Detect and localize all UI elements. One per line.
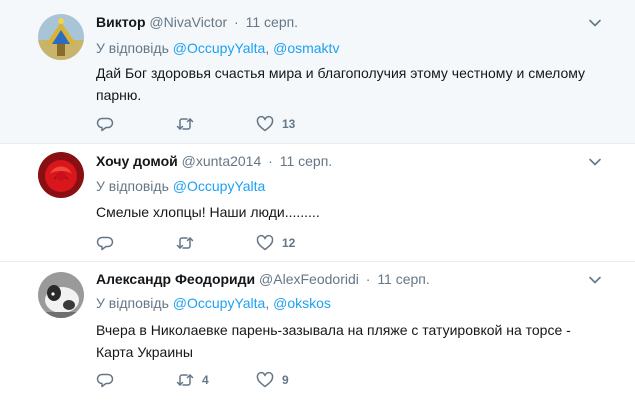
heart-icon bbox=[256, 115, 274, 132]
tweet-timestamp[interactable]: 11 серп. bbox=[280, 153, 332, 169]
tweet-list: Виктор @NivaVictor · 11 серп. У відповід… bbox=[0, 0, 635, 401]
tweet-text: Дай Бог здоровья счастья мира и благопол… bbox=[96, 65, 586, 103]
reply-icon bbox=[96, 373, 114, 388]
mention-link[interactable]: @OccupyYalta bbox=[173, 295, 266, 311]
reply-context: У відповідь @OccupyYalta bbox=[96, 177, 265, 195]
mention-link[interactable]: @okskos bbox=[273, 295, 331, 311]
avatar-image bbox=[38, 152, 84, 198]
tweet[interactable]: Виктор @NivaVictor · 11 серп. У відповід… bbox=[0, 0, 635, 144]
like-button[interactable]: 12 bbox=[256, 234, 295, 252]
tweet-header: Хочу домой @xunta2014 · 11 серп. bbox=[96, 152, 332, 170]
reply-button[interactable] bbox=[96, 371, 122, 389]
reply-button[interactable] bbox=[96, 234, 122, 252]
chevron-down-icon[interactable] bbox=[587, 15, 603, 31]
retweet-count: 4 bbox=[202, 373, 209, 387]
like-count: 13 bbox=[282, 117, 296, 131]
author-username[interactable]: @NivaVictor bbox=[149, 14, 227, 30]
reply-prefix: У відповідь bbox=[96, 40, 169, 56]
mention-link[interactable]: @OccupyYalta bbox=[173, 178, 266, 194]
like-button[interactable]: 13 bbox=[256, 115, 295, 133]
author-username[interactable]: @AlexFeodoridi bbox=[259, 271, 359, 287]
tweet-timestamp[interactable]: 11 серп. bbox=[246, 14, 298, 30]
retweet-button[interactable] bbox=[176, 115, 202, 133]
avatar-xunta2014[interactable] bbox=[38, 152, 84, 198]
retweet-button[interactable]: 4 bbox=[176, 371, 209, 389]
chevron-down-icon[interactable] bbox=[587, 272, 603, 288]
avatar-alex-feodoridi[interactable] bbox=[38, 272, 84, 318]
tweet-text: Смелые хлопцы! Наши люди......... bbox=[96, 204, 320, 220]
reply-button[interactable] bbox=[96, 115, 122, 133]
tweet-actions: 4 9 bbox=[96, 371, 396, 389]
mention-separator: , bbox=[265, 295, 274, 311]
author-fullname[interactable]: Виктор bbox=[96, 14, 146, 30]
reply-prefix: У відповідь bbox=[96, 295, 169, 311]
tweet[interactable]: Александр Феодориди @AlexFeodoridi · 11 … bbox=[0, 262, 635, 401]
chevron-down-icon[interactable] bbox=[587, 154, 603, 170]
reply-icon bbox=[96, 236, 114, 251]
separator-dot: · bbox=[268, 153, 273, 169]
separator-dot: · bbox=[365, 271, 371, 287]
separator-dot: · bbox=[234, 14, 239, 30]
avatar-image bbox=[38, 272, 84, 318]
tweet-header: Виктор @NivaVictor · 11 серп. bbox=[96, 13, 298, 31]
like-button[interactable]: 9 bbox=[256, 371, 289, 389]
avatar-niva-victor[interactable] bbox=[38, 14, 84, 60]
tweet-timestamp[interactable]: 11 серп. bbox=[377, 271, 429, 287]
retweet-button[interactable] bbox=[176, 234, 202, 252]
retweet-icon bbox=[176, 237, 194, 249]
mention-link[interactable]: @osmaktv bbox=[273, 40, 339, 56]
tweet-actions: 12 bbox=[96, 234, 396, 252]
avatar-image bbox=[38, 14, 84, 60]
author-fullname[interactable]: Александр Феодориди bbox=[96, 271, 255, 287]
reply-icon bbox=[96, 117, 114, 132]
tweet-header: Александр Феодориди @AlexFeodoridi · 11 … bbox=[96, 270, 430, 288]
like-count: 12 bbox=[282, 236, 296, 250]
like-count: 9 bbox=[282, 373, 289, 387]
retweet-icon bbox=[176, 118, 194, 130]
tweet[interactable]: Хочу домой @xunta2014 · 11 серп. У відпо… bbox=[0, 144, 635, 262]
reply-prefix: У відповідь bbox=[96, 178, 169, 194]
retweet-icon bbox=[176, 374, 194, 386]
heart-icon bbox=[256, 234, 274, 251]
mention-separator: , bbox=[265, 40, 274, 56]
tweet-actions: 13 bbox=[96, 115, 396, 133]
tweet-text: Вчера в Николаевке парень-зазывала на пл… bbox=[96, 322, 571, 360]
mention-link[interactable]: @OccupyYalta bbox=[173, 40, 266, 56]
author-fullname[interactable]: Хочу домой bbox=[96, 153, 178, 169]
reply-context: У відповідь @OccupyYalta, @osmaktv bbox=[96, 39, 339, 57]
heart-icon bbox=[256, 371, 274, 388]
author-username[interactable]: @xunta2014 bbox=[182, 153, 262, 169]
reply-context: У відповідь @OccupyYalta, @okskos bbox=[96, 294, 331, 312]
